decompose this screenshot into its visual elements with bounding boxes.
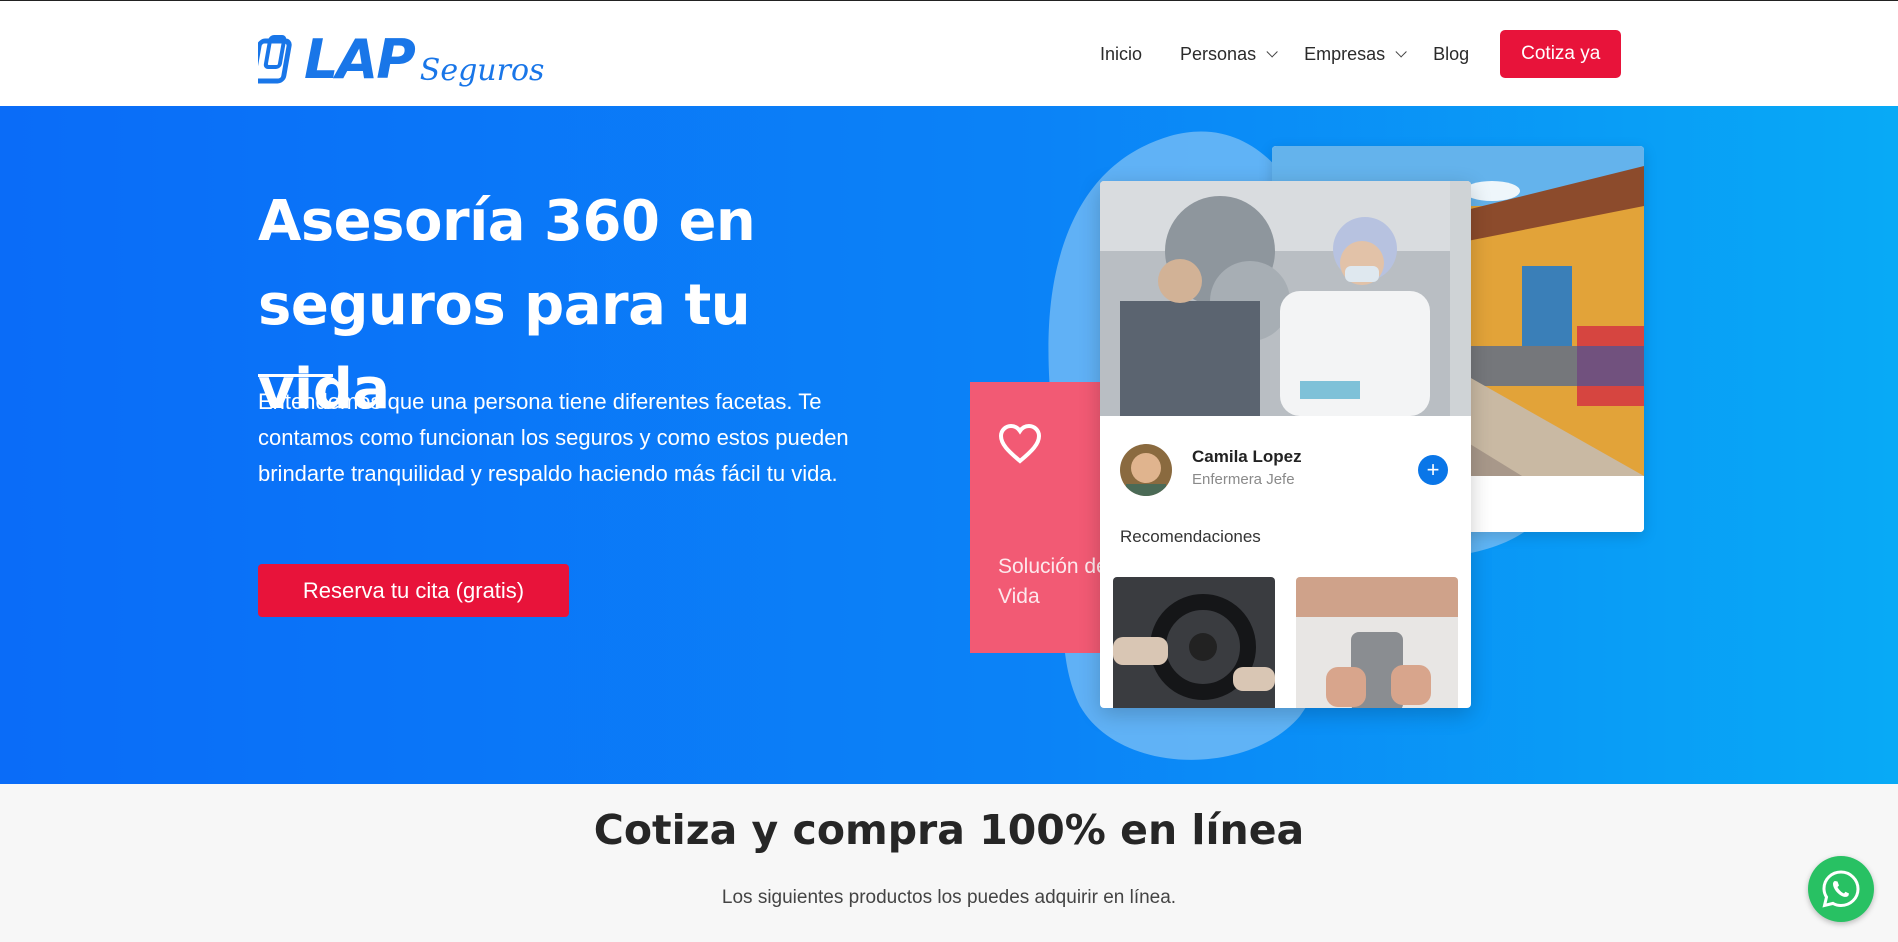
logo-subtext: Seguros bbox=[419, 53, 545, 88]
avatar[interactable] bbox=[1120, 444, 1172, 496]
site-header: LAP Seguros Inicio Personas Empresas Blo… bbox=[0, 1, 1898, 106]
nav-empresas[interactable]: Empresas bbox=[1304, 43, 1407, 65]
profile-role: Enfermera Jefe bbox=[1192, 471, 1295, 488]
lab-workers-photo bbox=[1100, 181, 1471, 416]
section-subtitle: Los siguientes productos los puedes adqu… bbox=[721, 887, 1177, 908]
hero-description: Entendemos que una persona tiene diferen… bbox=[258, 389, 849, 486]
logo-mark-icon bbox=[258, 35, 292, 84]
section-title: Cotiza y compra 100% en línea bbox=[593, 806, 1305, 854]
nav-inicio-label: Inicio bbox=[1100, 43, 1143, 64]
nav-inicio[interactable]: Inicio bbox=[1100, 44, 1142, 65]
recommendations-heading: Recomendaciones bbox=[1120, 527, 1261, 546]
whatsapp-icon bbox=[1822, 870, 1860, 908]
nav-empresas-label: Empresas bbox=[1304, 43, 1386, 64]
title-divider bbox=[258, 374, 333, 377]
main-nav: Inicio Personas Empresas Blog Cotiza ya bbox=[1100, 30, 1622, 78]
heart-icon bbox=[998, 424, 1042, 464]
chevron-down-icon bbox=[1395, 46, 1407, 58]
profile-name: Camila Lopez bbox=[1192, 447, 1302, 466]
avatar-photo bbox=[1120, 444, 1172, 496]
profile-card: Camila Lopez Enfermera Jefe + Recomendac… bbox=[1100, 181, 1471, 708]
reserve-appointment-button[interactable]: Reserva tu cita (gratis) bbox=[258, 564, 569, 617]
nav-personas-label: Personas bbox=[1180, 43, 1257, 64]
recommendation-phone[interactable] bbox=[1296, 577, 1458, 708]
hero-section: Asesoría 360 en seguros para tu vida Ent… bbox=[0, 106, 1898, 784]
nav-personas[interactable]: Personas bbox=[1180, 43, 1278, 65]
whatsapp-button[interactable] bbox=[1808, 856, 1874, 922]
logo[interactable]: LAP Seguros bbox=[258, 23, 544, 91]
car-steering-photo bbox=[1113, 577, 1275, 708]
online-products-section: Cotiza y compra 100% en línea Los siguie… bbox=[0, 784, 1898, 942]
phone-hands-photo bbox=[1296, 577, 1458, 708]
chevron-down-icon bbox=[1266, 46, 1278, 58]
add-icon[interactable]: + bbox=[1418, 455, 1448, 485]
cotiza-ya-button[interactable]: Cotiza ya bbox=[1500, 30, 1622, 78]
nav-blog[interactable]: Blog bbox=[1433, 44, 1469, 65]
nav-blog-label: Blog bbox=[1433, 43, 1470, 64]
recommendation-car[interactable] bbox=[1113, 577, 1275, 708]
logo-text: LAP bbox=[304, 28, 416, 91]
